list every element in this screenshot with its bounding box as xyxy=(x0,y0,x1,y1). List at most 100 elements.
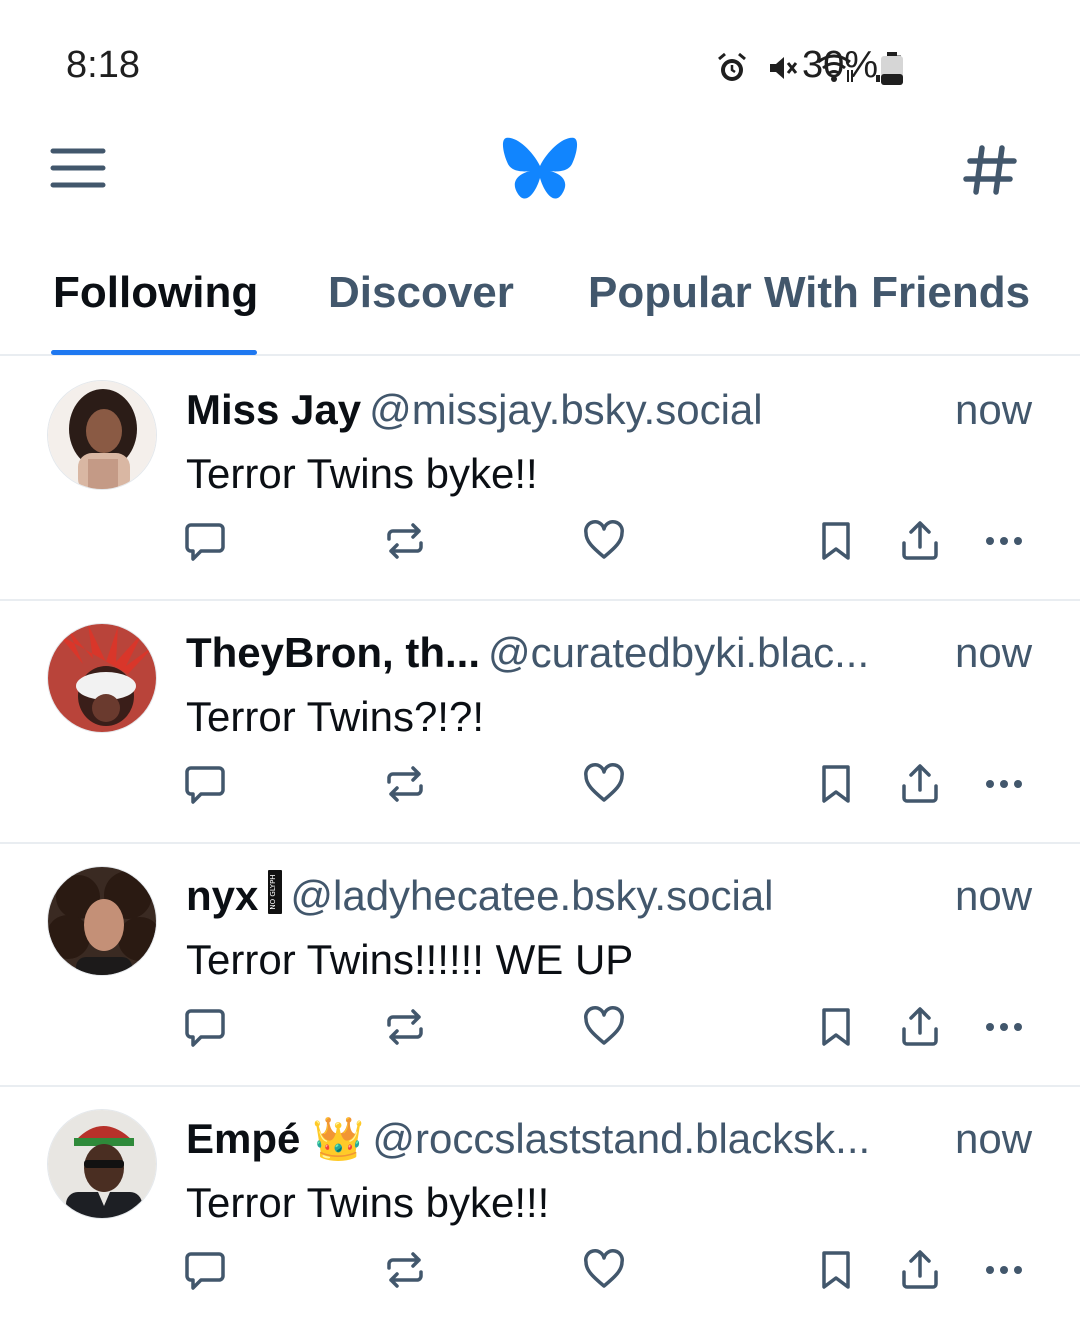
repost-icon xyxy=(383,1248,427,1297)
post-timestamp[interactable]: now xyxy=(955,1111,1032,1167)
post-header: Empé 👑 @roccslaststand.blacksk... xyxy=(186,1111,946,1167)
more-icon xyxy=(982,1005,1026,1054)
repost-button[interactable] xyxy=(380,761,430,811)
repost-button[interactable] xyxy=(380,1247,430,1297)
more-icon xyxy=(982,1248,1026,1297)
reply-button[interactable] xyxy=(180,761,230,811)
bookmark-button[interactable] xyxy=(811,1247,861,1297)
post-timestamp[interactable]: now xyxy=(955,382,1032,438)
more-icon xyxy=(982,519,1026,568)
reply-button[interactable] xyxy=(180,1247,230,1297)
post-text: Terror Twins!!!!!! WE UP xyxy=(186,936,634,983)
post-item[interactable]: nyx NO GLYPH @ladyhecatee.bsky.social now … xyxy=(0,844,1080,1087)
battery-percentage: 30% xyxy=(802,44,879,86)
more-options-button[interactable] xyxy=(979,1004,1029,1054)
author-name[interactable]: nyx xyxy=(186,872,258,919)
no-glyph-badge: NO GLYPH xyxy=(268,869,283,924)
more-options-button[interactable] xyxy=(979,518,1029,568)
active-tab-indicator xyxy=(51,350,257,355)
author-handle[interactable]: @ladyhecatee.bsky.social xyxy=(290,872,773,919)
share-button[interactable] xyxy=(895,1247,945,1297)
like-button[interactable] xyxy=(579,761,629,811)
reply-icon xyxy=(183,519,227,568)
more-options-button[interactable] xyxy=(979,1247,1029,1297)
bookmark-icon xyxy=(814,519,858,568)
like-button[interactable] xyxy=(579,1247,629,1297)
alarm-icon xyxy=(716,52,748,84)
post-header: Miss Jay @missjay.bsky.social xyxy=(186,382,946,438)
author-name[interactable]: Empé 👑 xyxy=(186,1115,364,1162)
like-button[interactable] xyxy=(579,1004,629,1054)
menu-button[interactable] xyxy=(40,140,116,200)
share-button[interactable] xyxy=(895,1004,945,1054)
avatar[interactable] xyxy=(47,380,157,490)
menu-icon xyxy=(50,147,106,194)
more-icon xyxy=(982,762,1026,811)
battery-icon xyxy=(880,52,904,91)
post-header: TheyBron, th... @curatedbyki.blac... xyxy=(186,625,946,681)
like-icon xyxy=(582,1248,626,1297)
avatar[interactable] xyxy=(47,866,157,976)
post-text: Terror Twins byke!! xyxy=(186,450,538,497)
feed-tabs: Following Discover Popular With Friends xyxy=(0,250,1080,356)
avatar[interactable] xyxy=(47,623,157,733)
author-handle[interactable]: @roccslaststand.blacksk... xyxy=(372,1115,870,1162)
reply-icon xyxy=(183,1005,227,1054)
tab-popular-with-friends[interactable]: Popular With Friends xyxy=(588,268,1030,318)
post-header: nyx NO GLYPH @ladyhecatee.bsky.social xyxy=(186,868,946,924)
author-handle[interactable]: @curatedbyki.blac... xyxy=(488,629,869,676)
repost-icon xyxy=(383,1005,427,1054)
post-item[interactable]: Miss Jay @missjay.bsky.social now Terror … xyxy=(0,358,1080,601)
author-name[interactable]: TheyBron, th... xyxy=(186,629,480,676)
feeds-button[interactable] xyxy=(960,140,1030,200)
post-actions xyxy=(0,761,1080,811)
share-icon xyxy=(898,519,942,568)
reply-icon xyxy=(183,762,227,811)
tab-following[interactable]: Following xyxy=(53,268,258,318)
butterfly-logo[interactable] xyxy=(502,134,578,209)
share-button[interactable] xyxy=(895,518,945,568)
bookmark-icon xyxy=(814,1248,858,1297)
share-icon xyxy=(898,1248,942,1297)
app-bar xyxy=(0,120,1080,230)
avatar[interactable] xyxy=(47,1109,157,1219)
post-actions xyxy=(0,1247,1080,1297)
post-actions xyxy=(0,1004,1080,1054)
bookmark-button[interactable] xyxy=(811,1004,861,1054)
bookmark-button[interactable] xyxy=(811,518,861,568)
share-icon xyxy=(898,762,942,811)
share-icon xyxy=(898,1005,942,1054)
like-icon xyxy=(582,519,626,568)
author-name[interactable]: Miss Jay xyxy=(186,386,361,433)
post-timestamp[interactable]: now xyxy=(955,625,1032,681)
like-icon xyxy=(582,1005,626,1054)
post-actions xyxy=(0,518,1080,568)
svg-text:NO GLYPH: NO GLYPH xyxy=(269,874,277,909)
post-item[interactable]: Empé 👑 @roccslaststand.blacksk... now Ter… xyxy=(0,1087,1080,1323)
like-button[interactable] xyxy=(579,518,629,568)
bookmark-button[interactable] xyxy=(811,761,861,811)
share-button[interactable] xyxy=(895,761,945,811)
hash-icon xyxy=(960,145,1020,204)
author-handle[interactable]: @missjay.bsky.social xyxy=(369,386,762,433)
repost-icon xyxy=(383,519,427,568)
repost-button[interactable] xyxy=(380,1004,430,1054)
status-time: 8:18 xyxy=(66,44,140,86)
post-feed: Miss Jay @missjay.bsky.social now Terror … xyxy=(0,358,1080,1323)
post-text: Terror Twins byke!!! xyxy=(186,1179,550,1226)
post-item[interactable]: TheyBron, th... @curatedbyki.blac... now … xyxy=(0,601,1080,844)
more-options-button[interactable] xyxy=(979,761,1029,811)
tab-discover[interactable]: Discover xyxy=(328,268,514,318)
bookmark-icon xyxy=(814,1005,858,1054)
reply-button[interactable] xyxy=(180,1004,230,1054)
reply-button[interactable] xyxy=(180,518,230,568)
repost-button[interactable] xyxy=(380,518,430,568)
reply-icon xyxy=(183,1248,227,1297)
repost-icon xyxy=(383,762,427,811)
status-bar: 8:18 30% xyxy=(0,0,1080,120)
post-timestamp[interactable]: now xyxy=(955,868,1032,924)
mute-icon xyxy=(766,52,798,84)
like-icon xyxy=(582,762,626,811)
post-text: Terror Twins?!?! xyxy=(186,693,484,740)
bookmark-icon xyxy=(814,762,858,811)
